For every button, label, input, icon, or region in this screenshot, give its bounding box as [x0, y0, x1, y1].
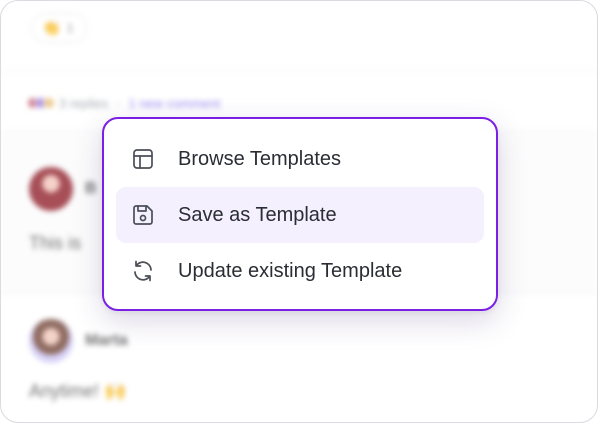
comment-author: Marta	[85, 332, 128, 349]
replies-row[interactable]: 3 replies · 1 new comment	[27, 89, 220, 117]
avatar[interactable]	[29, 167, 73, 211]
menu-item-browse-templates[interactable]: Browse Templates	[116, 131, 484, 187]
comment-thread-card: 👏 1 3 replies · 1 new comment B This is …	[0, 0, 598, 423]
avatar[interactable]	[29, 319, 73, 363]
comment-header: Marta	[29, 319, 128, 363]
refresh-icon	[130, 258, 156, 284]
comment-header: B	[29, 167, 97, 211]
menu-item-label: Browse Templates	[178, 147, 342, 170]
comment-text: This is	[29, 233, 82, 253]
clap-emoji-icon: 👏	[42, 19, 61, 37]
divider	[1, 71, 597, 72]
save-icon	[130, 202, 156, 228]
layout-template-icon	[130, 146, 156, 172]
comment-text: Anytime! 🙌	[29, 381, 127, 401]
menu-item-save-as-template[interactable]: Save as Template	[116, 187, 484, 243]
reaction-count: 1	[66, 21, 74, 35]
template-menu: Browse Templates Save as Template Update…	[102, 117, 498, 311]
replies-count[interactable]: 3 replies	[59, 96, 108, 111]
menu-item-update-existing-template[interactable]: Update existing Template	[116, 243, 484, 299]
reaction-pill[interactable]: 👏 1	[31, 13, 87, 43]
menu-item-label: Update existing Template	[178, 259, 403, 282]
menu-item-label: Save as Template	[178, 203, 337, 226]
comment-author: B	[85, 180, 97, 197]
separator: ·	[116, 95, 121, 111]
reply-avatars	[27, 97, 55, 109]
new-comment-link[interactable]: 1 new comment	[128, 96, 220, 111]
